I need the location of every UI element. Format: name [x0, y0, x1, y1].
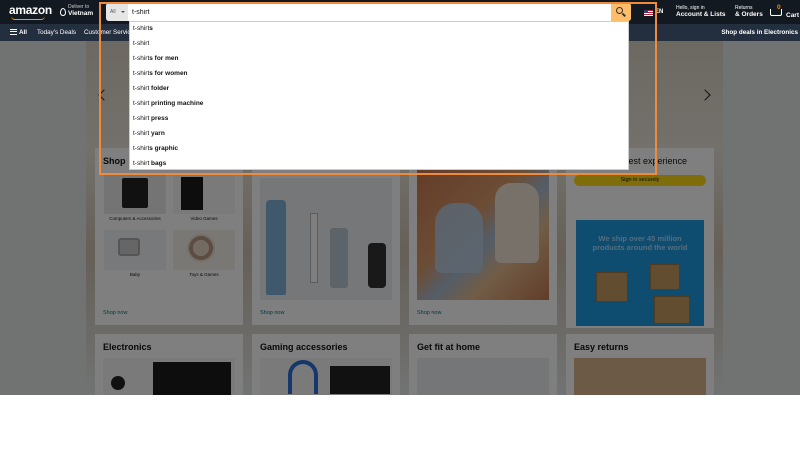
account-label: Account & Lists	[676, 11, 726, 18]
nav-promo-link[interactable]: Shop deals in Electronics	[721, 29, 798, 36]
account-lists-menu[interactable]: Hello, sign in Account & Lists	[676, 5, 725, 18]
deliver-to-country: Vietnam	[68, 10, 94, 17]
cart-label: Cart	[786, 12, 800, 19]
amazon-home-page: Shop Computers & Accessories Video Games…	[0, 0, 800, 395]
nav-todays-deals[interactable]: Today's Deals	[37, 29, 76, 36]
cart-count: 0	[777, 4, 781, 11]
search-focus-highlight	[99, 2, 657, 175]
amazon-logo[interactable]: amazon	[9, 3, 52, 17]
nav-all-button[interactable]: All	[19, 29, 27, 36]
hamburger-menu-icon[interactable]	[10, 29, 17, 35]
returns-orders-link[interactable]: Returns & Orders	[735, 5, 763, 18]
location-pin-icon	[60, 8, 66, 16]
amazon-smile-icon	[11, 16, 45, 20]
orders-label: & Orders	[735, 11, 763, 18]
